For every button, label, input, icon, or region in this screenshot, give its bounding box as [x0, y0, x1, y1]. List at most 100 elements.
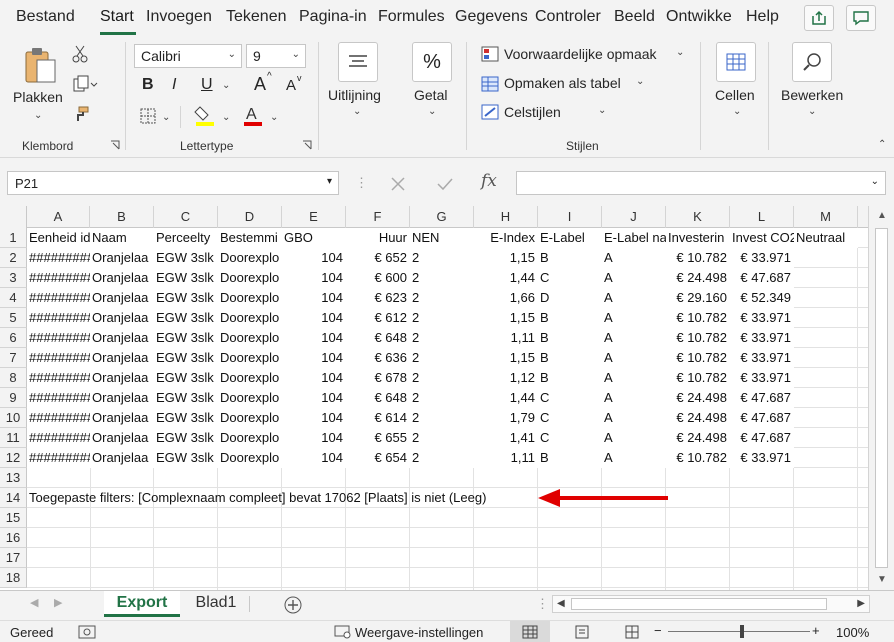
- cell[interactable]: C: [538, 428, 602, 448]
- zoom-slider[interactable]: [668, 631, 810, 632]
- cell[interactable]: € 24.498: [666, 408, 730, 428]
- filter-note-cell[interactable]: Toegepaste filters: [Complexnaam complee…: [27, 488, 537, 508]
- row-header[interactable]: 5: [0, 308, 27, 328]
- cell[interactable]: € 52.349: [730, 288, 794, 308]
- row-header[interactable]: 3: [0, 268, 27, 288]
- cell[interactable]: Oranjelaa: [90, 328, 154, 348]
- cell[interactable]: € 29.160: [666, 288, 730, 308]
- cell[interactable]: Oranjelaa: [90, 288, 154, 308]
- cell[interactable]: € 600: [346, 268, 410, 288]
- cell[interactable]: NEN: [410, 228, 474, 248]
- normal-view-button[interactable]: [510, 621, 550, 642]
- sheet-tab-export[interactable]: Export: [104, 591, 180, 617]
- cell-styles-button[interactable]: Celstijlen: [504, 104, 561, 120]
- menu-tab-gegevens[interactable]: Gegevens: [455, 8, 527, 26]
- row-header[interactable]: 16: [0, 528, 27, 548]
- menu-tab-help[interactable]: Help: [746, 8, 779, 26]
- cell[interactable]: 104: [282, 388, 346, 408]
- row-header[interactable]: 6: [0, 328, 27, 348]
- cell[interactable]: € 10.782: [666, 308, 730, 328]
- cell[interactable]: Bestemmi: [218, 228, 282, 248]
- cell[interactable]: A: [602, 388, 666, 408]
- dialog-launcher-icon[interactable]: [110, 140, 120, 150]
- cell[interactable]: EGW 3slk: [154, 428, 218, 448]
- zoom-in-icon[interactable]: +: [812, 623, 820, 638]
- column-header-m[interactable]: M: [794, 206, 858, 228]
- cell[interactable]: Eenheid id: [27, 228, 91, 248]
- cell[interactable]: Doorexplo: [218, 248, 282, 268]
- menu-tab-bestand[interactable]: Bestand: [16, 8, 75, 26]
- menu-tab-tekenen[interactable]: Tekenen: [226, 8, 287, 26]
- cell[interactable]: 2: [410, 328, 474, 348]
- cell[interactable]: 2: [410, 428, 474, 448]
- cell[interactable]: 1,12: [474, 368, 538, 388]
- cell[interactable]: Investerin: [666, 228, 730, 248]
- cell[interactable]: EGW 3slk: [154, 448, 218, 468]
- cell[interactable]: 2: [410, 348, 474, 368]
- cancel-icon[interactable]: [390, 176, 406, 192]
- cell[interactable]: E-Index: [474, 228, 538, 248]
- column-header-h[interactable]: H: [474, 206, 538, 228]
- cell[interactable]: € 24.498: [666, 428, 730, 448]
- cell[interactable]: 104: [282, 248, 346, 268]
- hscroll-thumb[interactable]: [571, 598, 827, 610]
- cell[interactable]: EGW 3slk: [154, 368, 218, 388]
- format-as-table-button[interactable]: Opmaken als tabel: [504, 75, 621, 91]
- menu-tab-ontwikke[interactable]: Ontwikke: [666, 8, 732, 26]
- cell[interactable]: Naam: [90, 228, 154, 248]
- spreadsheet-grid[interactable]: ABCDEFGHIJKLM Eenheid id Naam Perceelty Bes…: [0, 206, 894, 590]
- cell[interactable]: € 10.782: [666, 448, 730, 468]
- cell[interactable]: € 33.971: [730, 308, 794, 328]
- cell[interactable]: 2: [410, 388, 474, 408]
- cell[interactable]: € 47.687: [730, 428, 794, 448]
- cell[interactable]: #########: [27, 268, 91, 288]
- cell[interactable]: C: [538, 408, 602, 428]
- cell[interactable]: € 33.971: [730, 448, 794, 468]
- cell[interactable]: € 24.498: [666, 268, 730, 288]
- chevron-down-icon[interactable]: ⌄: [636, 76, 644, 87]
- cell[interactable]: € 678: [346, 368, 410, 388]
- chevron-down-icon[interactable]: ⌄: [733, 106, 741, 117]
- bold-button[interactable]: B: [142, 76, 154, 94]
- paste-label[interactable]: Plakken: [13, 89, 63, 105]
- chevron-down-icon[interactable]: ⌄: [598, 105, 606, 116]
- cell[interactable]: € 10.782: [666, 328, 730, 348]
- cell[interactable]: € 654: [346, 448, 410, 468]
- cell[interactable]: 1,15: [474, 348, 538, 368]
- copy-button[interactable]: [70, 74, 100, 94]
- cells-button[interactable]: [716, 42, 756, 82]
- number-format-button[interactable]: %: [412, 42, 452, 82]
- cell[interactable]: Oranjelaa: [90, 368, 154, 388]
- cut-button[interactable]: [70, 44, 90, 64]
- column-header-l[interactable]: L: [730, 206, 794, 228]
- cell[interactable]: GBO: [282, 228, 346, 248]
- row-header[interactable]: 1: [0, 228, 27, 248]
- cell[interactable]: Neutraal: [794, 228, 858, 248]
- cell[interactable]: 1,44: [474, 388, 538, 408]
- row-header[interactable]: 8: [0, 368, 27, 388]
- cell[interactable]: A: [602, 308, 666, 328]
- cell[interactable]: Doorexplo: [218, 268, 282, 288]
- alignment-label[interactable]: Uitlijning: [328, 87, 381, 103]
- editing-button[interactable]: [792, 42, 832, 82]
- font-size-combo[interactable]: 9 ⌄: [246, 44, 306, 68]
- cell[interactable]: #########: [27, 368, 91, 388]
- cell[interactable]: EGW 3slk: [154, 348, 218, 368]
- name-box[interactable]: P21 ▾: [7, 171, 339, 195]
- row-header[interactable]: 2: [0, 248, 27, 268]
- row-header[interactable]: 12: [0, 448, 27, 468]
- column-header-c[interactable]: C: [154, 206, 218, 228]
- cell[interactable]: 104: [282, 268, 346, 288]
- cell[interactable]: Oranjelaa: [90, 388, 154, 408]
- menu-tab-invoegen[interactable]: Invoegen: [146, 8, 212, 26]
- cell[interactable]: 104: [282, 328, 346, 348]
- cell[interactable]: A: [602, 368, 666, 388]
- comments-button[interactable]: [846, 5, 876, 31]
- cell[interactable]: 104: [282, 428, 346, 448]
- cell[interactable]: Oranjelaa: [90, 268, 154, 288]
- sheet-tab-blad1[interactable]: Blad1: [184, 591, 248, 617]
- add-sheet-icon[interactable]: [283, 595, 303, 615]
- zoom-slider-thumb[interactable]: [740, 625, 744, 638]
- page-layout-icon[interactable]: [574, 625, 590, 639]
- cell[interactable]: Invest CO2: [730, 228, 794, 248]
